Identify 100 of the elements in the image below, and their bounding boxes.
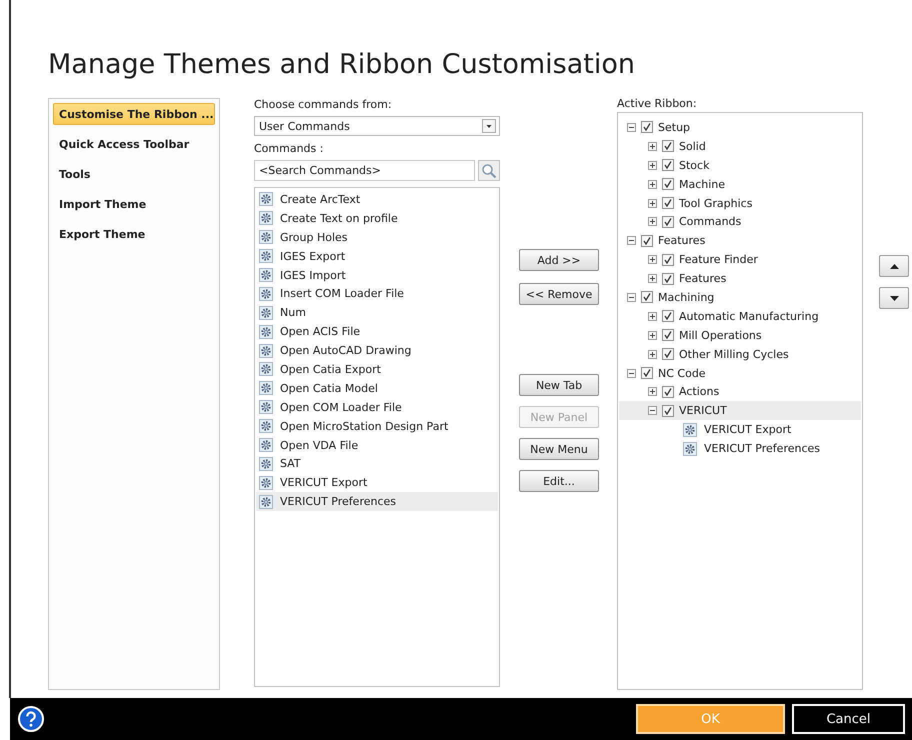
command-item[interactable]: Insert COM Loader File xyxy=(256,284,498,304)
gear-icon xyxy=(259,211,273,226)
checkbox[interactable] xyxy=(641,234,653,247)
gear-icon xyxy=(683,442,697,456)
expand-icon[interactable] xyxy=(648,350,657,359)
expand-icon[interactable] xyxy=(648,274,657,284)
tree-item[interactable]: VERICUT Export xyxy=(619,420,861,440)
move-down-button[interactable] xyxy=(879,287,909,309)
checkbox[interactable] xyxy=(662,254,674,266)
command-item[interactable]: Create Text on profile xyxy=(256,208,498,228)
expand-icon[interactable] xyxy=(648,217,657,226)
move-up-button[interactable] xyxy=(879,255,909,277)
checkbox[interactable] xyxy=(641,367,653,380)
tree-item[interactable]: Tool Graphics xyxy=(619,194,861,212)
sidebar-item[interactable]: Quick Access Toolbar xyxy=(53,133,215,155)
expand-icon[interactable] xyxy=(648,312,657,321)
action-button[interactable]: New Tab xyxy=(519,374,599,396)
command-item[interactable]: VERICUT Preferences xyxy=(256,492,498,512)
command-item[interactable]: Open Catia Export xyxy=(256,360,498,379)
expand-icon[interactable] xyxy=(648,180,657,189)
sidebar-item[interactable]: Tools xyxy=(53,163,215,185)
tree-item[interactable]: NC Code xyxy=(619,364,861,382)
checkbox[interactable] xyxy=(662,272,674,285)
checkbox[interactable] xyxy=(641,121,653,134)
tree-item[interactable]: Feature Finder xyxy=(619,250,861,270)
checkbox[interactable] xyxy=(662,216,674,228)
action-button[interactable]: << Remove xyxy=(519,283,599,305)
gear-icon xyxy=(259,192,273,206)
sidebar-item[interactable]: Customise The Ribbon ... xyxy=(53,103,215,125)
sidebar-item[interactable]: Import Theme xyxy=(53,193,215,215)
command-item[interactable]: Open VDA File xyxy=(256,436,498,454)
command-item[interactable]: IGES Export xyxy=(256,246,498,266)
action-button[interactable]: Edit... xyxy=(519,470,599,492)
command-item[interactable]: IGES Import xyxy=(256,266,498,284)
command-item[interactable]: Create ArcText xyxy=(256,190,498,209)
tree-item[interactable]: Stock xyxy=(619,156,861,175)
expand-icon[interactable] xyxy=(648,330,657,340)
tree-item[interactable]: VERICUT xyxy=(619,401,861,420)
command-item[interactable]: Num xyxy=(256,303,498,322)
tree-item[interactable]: Setup xyxy=(619,118,861,137)
gear-icon xyxy=(259,306,273,320)
tree-item[interactable]: VERICUT Preferences xyxy=(619,439,861,458)
tree-item[interactable]: Features xyxy=(619,231,861,250)
gear-icon xyxy=(259,324,273,339)
tree-item[interactable]: Solid xyxy=(619,136,861,156)
command-item[interactable]: Open COM Loader File xyxy=(256,398,498,417)
tree-item[interactable]: Machine xyxy=(619,174,861,194)
checkbox[interactable] xyxy=(662,159,674,172)
collapse-icon[interactable] xyxy=(627,122,636,132)
collapse-icon[interactable] xyxy=(627,368,636,378)
action-button[interactable]: New Menu xyxy=(519,438,599,460)
expand-icon[interactable] xyxy=(648,255,657,264)
command-item[interactable]: Open Catia Model xyxy=(256,378,498,398)
collapse-icon[interactable] xyxy=(627,236,636,246)
gear-icon xyxy=(259,419,273,434)
collapse-icon[interactable] xyxy=(648,406,657,416)
checkbox[interactable] xyxy=(662,140,674,152)
help-icon[interactable] xyxy=(18,706,44,732)
checkbox[interactable] xyxy=(662,310,674,322)
command-item[interactable]: VERICUT Export xyxy=(256,473,498,492)
down-arrow-icon xyxy=(890,296,898,300)
checkbox[interactable] xyxy=(641,291,653,304)
gear-icon xyxy=(259,476,273,490)
search-field[interactable]: <Search Commands> xyxy=(254,160,475,181)
checkbox[interactable] xyxy=(662,404,674,417)
cancel-button[interactable]: Cancel xyxy=(792,704,905,734)
tree-item[interactable]: Other Milling Cycles xyxy=(619,344,861,364)
expand-icon[interactable] xyxy=(648,142,657,151)
expand-icon[interactable] xyxy=(648,198,657,208)
tree-item[interactable]: Machining xyxy=(619,288,861,307)
checkbox[interactable] xyxy=(662,329,674,342)
command-item[interactable]: Group Holes xyxy=(256,228,498,247)
command-item[interactable]: Open ACIS File xyxy=(256,322,498,342)
expand-icon[interactable] xyxy=(648,160,657,170)
expand-icon[interactable] xyxy=(648,387,657,396)
gear-icon xyxy=(259,249,273,264)
collapse-icon[interactable] xyxy=(627,292,636,302)
action-button[interactable]: Add >> xyxy=(519,249,599,271)
commands-source-dropdown[interactable]: User Commands xyxy=(254,116,500,136)
sidebar-item[interactable]: Export Theme xyxy=(53,223,215,245)
checkbox[interactable] xyxy=(662,386,674,398)
tree-item[interactable]: Automatic Manufacturing xyxy=(619,306,861,326)
tree-item[interactable]: Actions xyxy=(619,382,861,402)
checkbox[interactable] xyxy=(662,197,674,209)
gear-icon xyxy=(259,381,273,396)
tree-item[interactable]: Mill Operations xyxy=(619,326,861,345)
gear-icon xyxy=(259,400,273,414)
checkbox[interactable] xyxy=(662,178,674,190)
window-title: Manage Themes and Ribbon Customisation xyxy=(48,48,636,82)
tree-item[interactable]: Features xyxy=(619,269,861,288)
field-label: Choose commands from: xyxy=(254,98,393,113)
command-item[interactable]: SAT xyxy=(256,454,498,474)
command-item[interactable]: Open AutoCAD Drawing xyxy=(256,341,498,360)
command-item[interactable]: Open MicroStation Design Part xyxy=(256,416,498,436)
gear-icon xyxy=(259,362,273,376)
tree-item[interactable]: Commands xyxy=(619,212,861,232)
checkbox[interactable] xyxy=(662,348,674,360)
search-button[interactable] xyxy=(478,160,500,181)
gear-icon xyxy=(683,422,697,437)
gear-icon xyxy=(259,438,273,452)
